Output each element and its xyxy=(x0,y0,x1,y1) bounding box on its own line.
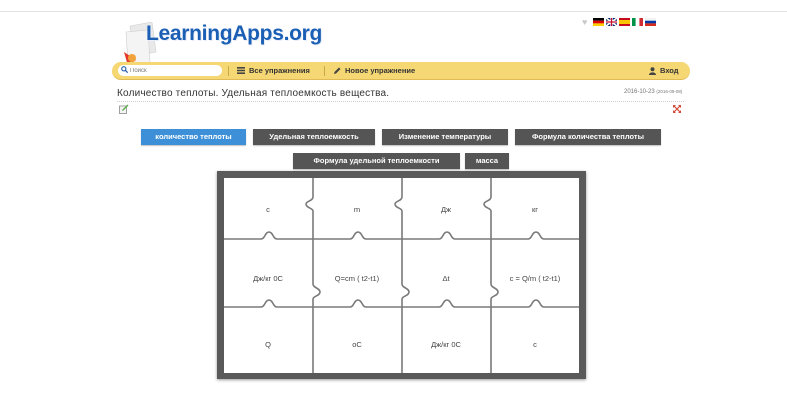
tab-quantity-of-heat[interactable]: количество теплоты xyxy=(141,129,246,145)
tab-specific-heat[interactable]: Удельная теплоемкость xyxy=(253,129,375,145)
nav-separator xyxy=(324,66,325,76)
top-divider xyxy=(0,11,787,12)
puzzle-piece[interactable]: c xyxy=(491,340,579,349)
pencil-icon xyxy=(334,67,341,74)
tab-specific-heat-formula[interactable]: Формула удельной теплоемкости xyxy=(293,153,460,169)
search-icon xyxy=(121,66,129,75)
puzzle-piece[interactable]: c xyxy=(224,205,312,214)
logo[interactable]: LearningApps.org xyxy=(118,16,322,66)
login-link[interactable]: Вход xyxy=(649,66,679,75)
tab-heat-formula[interactable]: Формула количества теплоты xyxy=(515,129,661,145)
date-value: 2016-10-23 xyxy=(624,89,655,95)
search-input[interactable] xyxy=(130,65,216,76)
language-selector: ♥ xyxy=(582,17,657,27)
heart-icon: ♥ xyxy=(582,17,588,27)
date-original: (2016-09-08) xyxy=(656,89,683,94)
search-box[interactable] xyxy=(118,65,222,76)
list-icon xyxy=(237,67,245,74)
edit-app-icon[interactable] xyxy=(119,104,129,114)
puzzle-piece[interactable]: oC xyxy=(313,340,401,349)
flag-russia[interactable] xyxy=(645,18,657,26)
title-divider xyxy=(117,101,684,102)
puzzle-piece[interactable]: c = Q/m ( t2-t1) xyxy=(491,274,579,283)
fullscreen-icon[interactable] xyxy=(673,105,681,113)
puzzle-piece[interactable]: Q xyxy=(224,340,312,349)
logo-text: LearningApps.org xyxy=(146,22,323,45)
flag-spain[interactable] xyxy=(619,18,631,26)
puzzle-piece[interactable]: Q=cm ( t2-t1) xyxy=(313,274,401,283)
flag-germany[interactable] xyxy=(593,18,605,26)
flag-italy[interactable] xyxy=(632,18,644,26)
puzzle-piece[interactable]: m xyxy=(313,205,401,214)
new-exercise-link[interactable]: Новое упражнение xyxy=(333,66,415,75)
flag-uk[interactable] xyxy=(606,18,618,26)
puzzle-board: c m Дж кг Дж/кг 0С Q=cm ( t2-t1) Δt c = … xyxy=(217,171,586,379)
puzzle-piece[interactable]: Δt xyxy=(402,274,490,283)
nav-separator xyxy=(228,66,229,76)
user-icon xyxy=(649,66,656,75)
puzzle-grid: c m Дж кг Дж/кг 0С Q=cm ( t2-t1) Δt c = … xyxy=(224,178,579,373)
puzzle-piece[interactable]: Дж xyxy=(402,205,490,214)
all-exercises-link[interactable]: Все упражнения xyxy=(237,66,310,75)
new-exercise-label: Новое упражнение xyxy=(345,66,416,75)
main-navbar: Все упражнения Новое упражнение Вход xyxy=(112,62,690,80)
puzzle-piece[interactable]: кг xyxy=(491,205,579,214)
puzzle-piece[interactable]: Дж/кг 0С xyxy=(224,274,312,283)
tab-mass[interactable]: масса xyxy=(465,153,509,169)
puzzle-piece[interactable]: Дж/кг 0С xyxy=(402,340,490,349)
tab-temperature-change[interactable]: Изменение температуры xyxy=(382,129,508,145)
login-label: Вход xyxy=(660,66,679,75)
page-title: Количество теплоты. Удельная теплоемкост… xyxy=(117,88,390,99)
all-exercises-label: Все упражнения xyxy=(249,66,310,75)
date-stamp: 2016-10-23 (2016-09-08) xyxy=(624,89,682,95)
